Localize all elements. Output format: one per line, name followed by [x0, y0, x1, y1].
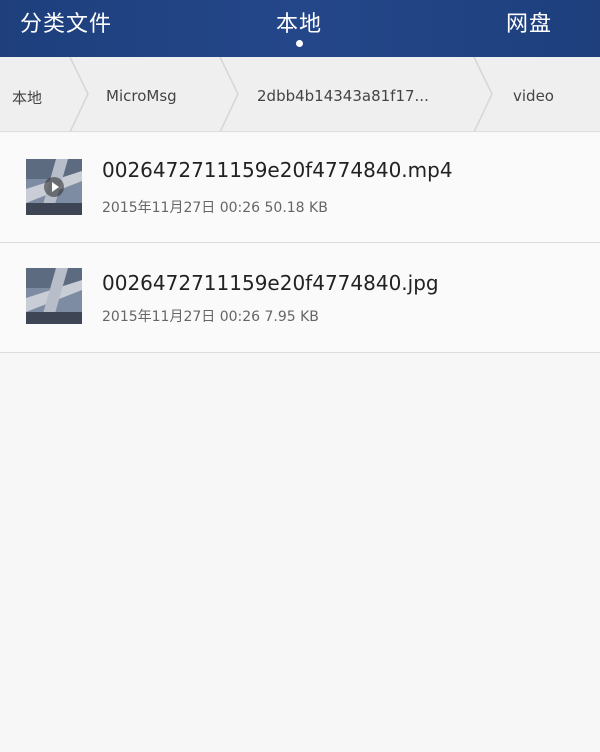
video-thumbnail-icon: [26, 159, 82, 215]
tab-categories[interactable]: 分类文件: [20, 6, 112, 38]
file-meta: 2015年11月27日 00:26 7.95 KB: [102, 309, 319, 325]
breadcrumb-item-local[interactable]: 本地: [12, 87, 42, 108]
top-tab-bar: 分类文件 本地 网盘: [0, 0, 600, 57]
tab-cloud-drive[interactable]: 网盘: [506, 6, 552, 38]
breadcrumb-separator-icon: [473, 57, 493, 131]
breadcrumb-item-micromsg[interactable]: MicroMsg: [106, 87, 177, 105]
file-name: 0026472711159e20f4774840.jpg: [102, 271, 439, 295]
breadcrumb-item-video[interactable]: video: [513, 87, 554, 105]
breadcrumb: 本地 MicroMsg 2dbb4b14343a81f17... video: [0, 57, 600, 132]
breadcrumb-separator-icon: [219, 57, 239, 131]
tab-local[interactable]: 本地: [276, 6, 322, 38]
active-tab-indicator: [296, 40, 303, 47]
image-thumbnail-icon: [26, 268, 82, 324]
file-name: 0026472711159e20f4774840.mp4: [102, 158, 453, 182]
play-icon: [44, 177, 64, 197]
file-meta: 2015年11月27日 00:26 50.18 KB: [102, 200, 328, 216]
breadcrumb-separator-icon: [69, 57, 89, 131]
file-list-item[interactable]: 0026472711159e20f4774840.mp4 2015年11月27日…: [0, 133, 600, 243]
file-list-item[interactable]: 0026472711159e20f4774840.jpg 2015年11月27日…: [0, 243, 600, 353]
breadcrumb-item-folder-hash[interactable]: 2dbb4b14343a81f17...: [257, 87, 429, 105]
